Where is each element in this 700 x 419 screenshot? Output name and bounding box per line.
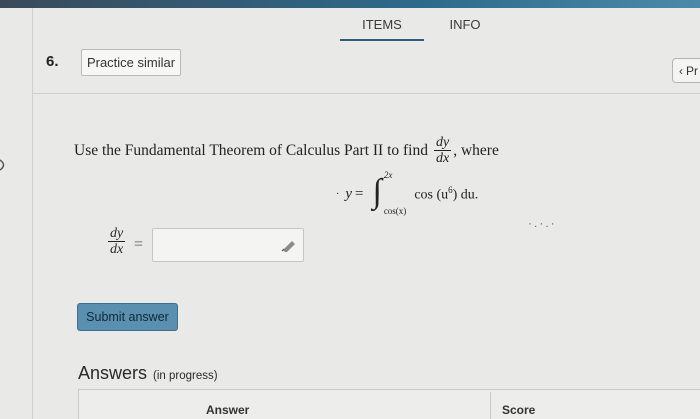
answers-title: Answers: [78, 363, 148, 383]
tab-info[interactable]: INFO: [448, 17, 482, 32]
answers-heading: Answers (in progress): [78, 363, 218, 384]
derivative-fraction: dy dx: [433, 135, 452, 166]
column-header-answer: Answer: [206, 403, 250, 417]
top-bar: [0, 0, 700, 8]
answer-frac-numerator: dy: [108, 226, 126, 242]
answer-frac-denominator: dx: [110, 242, 124, 257]
integral-limits: 2x cos(x): [383, 170, 407, 216]
practice-similar-button[interactable]: Practice similar: [81, 49, 181, 76]
prompt-tail: , where: [453, 141, 499, 159]
answers-subtitle: (in progress): [153, 370, 218, 382]
column-header-score: Score: [502, 403, 536, 417]
prompt-text: Use the Fundamental Theorem of Calculus …: [74, 141, 428, 159]
submit-answer-button[interactable]: Submit answer: [77, 303, 178, 331]
previous-button[interactable]: ‹ Pr: [672, 58, 700, 83]
upper-limit: 2x: [383, 170, 393, 180]
edge-icon: [0, 159, 5, 171]
tab-items[interactable]: ITEMS: [340, 17, 424, 32]
decorative-dots: ·.·.·: [528, 216, 557, 230]
answers-table: [78, 389, 700, 419]
column-divider: [490, 392, 491, 419]
integrand-base: cos (u: [414, 187, 449, 203]
answer-label-fraction: dy dx: [108, 226, 126, 257]
integral-sign-icon: ∫: [372, 173, 382, 210]
tab-items-underline: [340, 39, 424, 41]
chevron-left-icon: ‹: [679, 63, 683, 78]
integral-equation: · y = ∫ 2x cos(x) cos (u6) du.: [336, 170, 478, 216]
question-number: 6.: [46, 53, 59, 70]
answer-equals: =: [134, 236, 144, 253]
divider: [33, 93, 700, 94]
integrand: cos (u6) du.: [414, 185, 478, 204]
integrand-tail: ) du.: [452, 187, 479, 203]
left-border: [32, 8, 33, 419]
equation-lhs: y: [345, 185, 353, 202]
equation-equals: =: [355, 185, 364, 202]
pencil-icon[interactable]: [280, 238, 298, 252]
previous-label: Pr: [686, 63, 698, 78]
question-prompt: Use the Fundamental Theorem of Calculus …: [74, 135, 499, 166]
frac-denominator: dx: [435, 151, 450, 166]
lower-limit: cos(x): [383, 206, 407, 216]
frac-numerator: dy: [433, 135, 452, 151]
bullet: ·: [336, 188, 340, 200]
